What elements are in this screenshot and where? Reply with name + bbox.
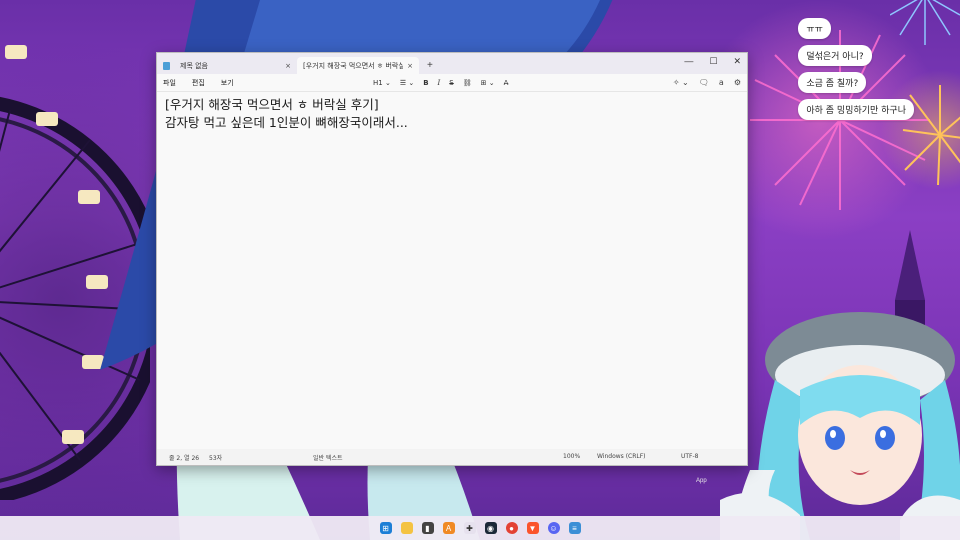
tab-active-document[interactable]: [우거지 해장국 먹으면서 ㅎ 버락실 × <box>297 57 419 74</box>
text-editor[interactable]: [우거지 해장국 먹으면서 ㅎ 버락실 후기] 감자탕 먹고 싶은데 1인분이 … <box>157 91 747 449</box>
char-count: 53자 <box>209 455 223 462</box>
minimize-button[interactable]: — <box>684 56 693 67</box>
chrome-icon[interactable]: ● <box>505 522 518 534</box>
chat-message: ㅠㅠ <box>798 18 831 39</box>
encoding[interactable]: UTF-8 <box>681 453 699 460</box>
new-tab-button[interactable]: + <box>427 60 433 71</box>
zoom-level[interactable]: 100% <box>563 453 580 460</box>
text-line: 감자탕 먹고 싶은데 1인분이 뼈해장국이래서... <box>165 115 408 130</box>
notepad-icon <box>163 61 170 70</box>
settings-gear-icon[interactable]: ⚙ <box>734 78 741 87</box>
tab-close-button[interactable]: × <box>285 62 291 70</box>
line-ending[interactable]: Windows (CRLF) <box>597 453 646 460</box>
maximize-button[interactable]: ☐ <box>709 56 717 67</box>
window-controls: — ☐ ✕ <box>684 56 741 67</box>
terminal-icon[interactable]: ▮ <box>421 522 434 534</box>
account-icon[interactable]: a <box>719 78 724 87</box>
tab-label: [우거지 해장국 먹으면서 ㅎ 버락실 <box>303 61 404 70</box>
windows-start-icon[interactable]: ⊞ <box>379 522 392 534</box>
status-bar: 줄 2, 열 26 53자 일반 텍스트 100% Windows (CRLF)… <box>157 449 747 465</box>
format-toolbar: H1 ⌄ ☰ ⌄ B I S ⛓ ⊞ ⌄ A̶ <box>373 74 508 91</box>
menu-bar: 파일 편집 보기 H1 ⌄ ☰ ⌄ B I S ⛓ ⊞ ⌄ A̶ ✧ ⌄ 🗨 a… <box>157 74 747 91</box>
desktop: . ㅠㅠ 덜섞은거 아니? 소금 좀 칠까? 아하 좀 밍밍하기만 하구나 Ap… <box>0 0 960 540</box>
notepad-taskbar-icon[interactable]: ≡ <box>568 522 581 534</box>
right-toolbar: ✧ ⌄ 🗨 a ⚙ <box>673 74 741 91</box>
clear-format-icon[interactable]: A̶ <box>504 79 509 87</box>
file-explorer-icon[interactable] <box>400 522 413 534</box>
cursor-position: 줄 2, 열 26 <box>169 455 200 462</box>
chat-overlay: . ㅠㅠ 덜섞은거 아니? 소금 좀 칠까? 아하 좀 밍밍하기만 하구나 <box>798 0 914 120</box>
strikethrough-button[interactable]: S <box>449 79 453 87</box>
menu-edit[interactable]: 편집 <box>192 78 205 88</box>
text-format: 일반 텍스트 <box>313 455 343 462</box>
menu-file[interactable]: 파일 <box>163 78 176 88</box>
close-button[interactable]: ✕ <box>733 56 741 67</box>
notes-icon[interactable]: 🗨 <box>699 78 709 87</box>
chat-message: 아하 좀 밍밍하기만 하구나 <box>798 99 914 120</box>
vtuber-avatar <box>720 312 960 540</box>
notepad-window: 제목 없음 × [우거지 해장국 먹으면서 ㅎ 버락실 × + — ☐ ✕ 파일… <box>156 52 748 466</box>
share-icon[interactable]: ✚ <box>463 522 476 534</box>
desktop-app-label[interactable]: App <box>696 478 707 484</box>
chat-message: 소금 좀 칠까? <box>798 72 867 93</box>
table-dropdown[interactable]: ⊞ ⌄ <box>481 79 495 87</box>
copilot-icon[interactable]: ✧ ⌄ <box>673 78 689 87</box>
text-line: [우거지 해장국 먹으면서 ㅎ 버락실 후기] <box>165 97 379 112</box>
tab-label: 제목 없음 <box>180 61 208 70</box>
link-icon[interactable]: ⛓ <box>463 79 472 87</box>
steam-icon[interactable]: ◉ <box>484 522 497 534</box>
taskbar: ⊞ ▮ A ✚ ◉ ● ▼ ☺ ≡ <box>0 516 960 540</box>
italic-button[interactable]: I <box>438 79 441 87</box>
menu-view[interactable]: 보기 <box>221 78 234 88</box>
discord-icon[interactable]: ☺ <box>547 522 560 534</box>
tab-untitled[interactable]: 제목 없음 × <box>157 57 297 74</box>
list-dropdown[interactable]: ☰ ⌄ <box>400 79 414 87</box>
bold-button[interactable]: B <box>423 79 428 87</box>
tab-close-button[interactable]: × <box>407 62 413 70</box>
title-bar: 제목 없음 × [우거지 해장국 먹으면서 ㅎ 버락실 × + — ☐ ✕ <box>157 53 747 74</box>
brave-icon[interactable]: ▼ <box>526 522 539 534</box>
heading-dropdown[interactable]: H1 ⌄ <box>373 79 391 87</box>
chat-message: 덜섞은거 아니? <box>798 45 872 66</box>
app-a-icon[interactable]: A <box>442 522 455 534</box>
